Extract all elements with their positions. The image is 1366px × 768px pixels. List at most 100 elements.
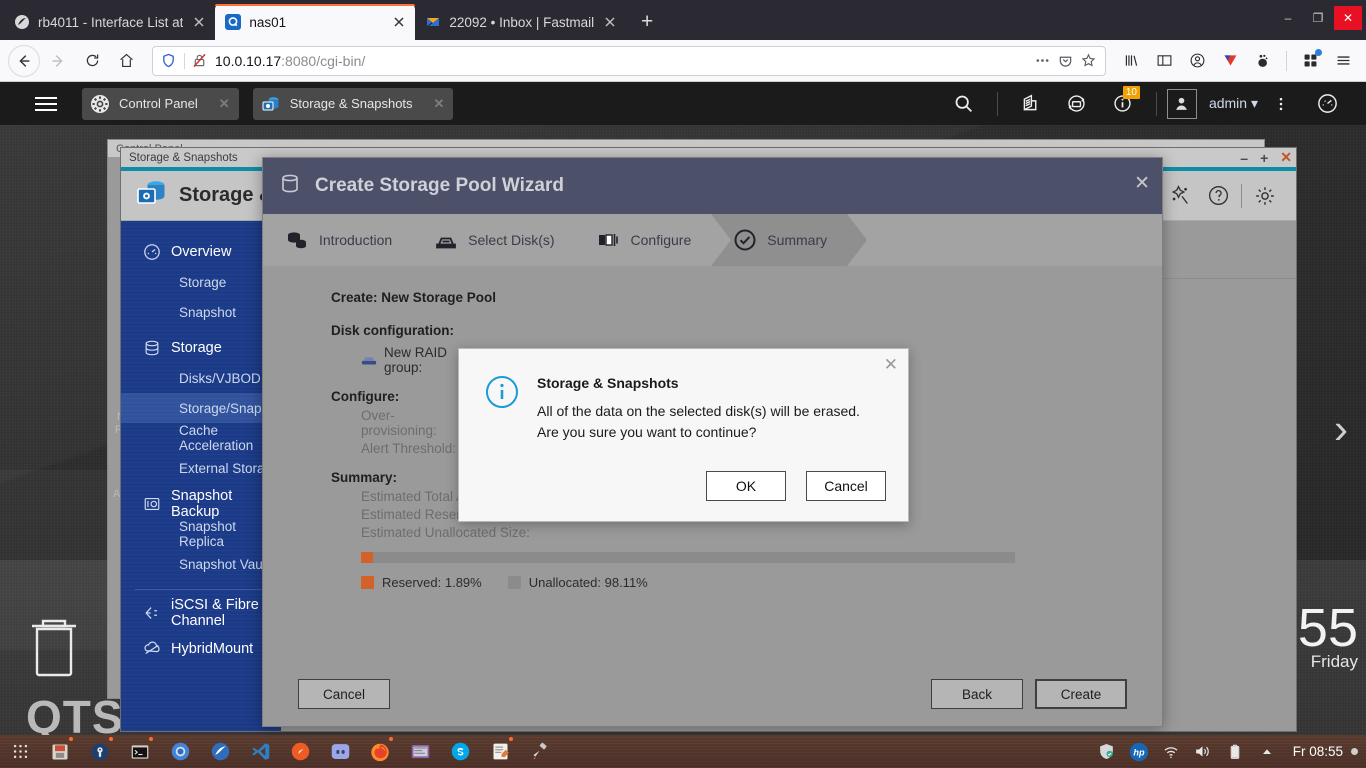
storage-app-icon <box>135 176 169 215</box>
volume-icon[interactable] <box>1187 735 1219 768</box>
sidebar-item-snapshot-backup[interactable]: Snapshot Backup <box>121 488 281 520</box>
backup-icon[interactable] <box>1054 82 1100 125</box>
window-maximize-button[interactable]: ❐ <box>1304 6 1332 30</box>
app-grid-icon[interactable] <box>0 735 40 768</box>
legend-swatch-unallocated <box>507 576 521 589</box>
qts-app-tab-storage-snapshots[interactable]: Storage & Snapshots ✕ <box>252 87 454 120</box>
bookmark-star-icon[interactable] <box>1081 53 1097 69</box>
terminal-icon[interactable] <box>120 735 160 768</box>
sidebar-item-iscsi-fibre-channel[interactable]: iSCSI & Fibre Channel <box>121 597 281 629</box>
page-actions-icon[interactable] <box>1035 53 1051 69</box>
sidebar-item-snapshot-replica[interactable]: Snapshot Replica <box>121 519 281 549</box>
window-close-button[interactable]: ✕ <box>1334 6 1362 30</box>
dashboard-icon[interactable] <box>1304 82 1350 125</box>
postman-icon[interactable] <box>280 735 320 768</box>
taskbar-clock[interactable]: Fr 08:55 <box>1293 744 1343 759</box>
wizard-step-introduction[interactable]: Introduction <box>263 214 412 266</box>
paint-icon[interactable] <box>520 735 560 768</box>
skype-icon[interactable] <box>440 735 480 768</box>
tab-close-icon-1[interactable] <box>391 14 407 30</box>
qts-app-tab-close-0[interactable]: ✕ <box>219 96 230 112</box>
library-icon[interactable] <box>1116 46 1146 76</box>
wizard-step-configure[interactable]: Configure <box>575 214 712 266</box>
sidebar-item-snapshot-vault[interactable]: Snapshot Vault <box>121 549 281 579</box>
dialog-cancel-button[interactable]: Cancel <box>806 471 886 501</box>
username-label[interactable]: admin ▾ <box>1209 95 1258 112</box>
info-icon[interactable]: 10 <box>1100 82 1146 125</box>
chevron-up-icon[interactable] <box>1251 735 1283 768</box>
keepass-icon[interactable] <box>80 735 120 768</box>
firefox-icon[interactable] <box>360 735 400 768</box>
wizard-title: Create Storage Pool Wizard <box>315 175 564 196</box>
legend-item-reserved: Reserved: 1.89% <box>361 575 482 590</box>
files-icon[interactable] <box>40 735 80 768</box>
sidebar-item-storage-snapshots[interactable]: Storage/Snapshots <box>121 393 294 423</box>
wizard-cancel-button[interactable]: Cancel <box>298 679 390 709</box>
home-icon[interactable] <box>110 45 142 77</box>
remmina-icon[interactable] <box>400 735 440 768</box>
vscode-icon[interactable] <box>240 735 280 768</box>
shield-icon[interactable] <box>1091 735 1123 768</box>
window-minimize-button[interactable]: – <box>1274 6 1302 30</box>
wizard-create-button[interactable]: Create <box>1035 679 1127 709</box>
help-icon[interactable] <box>1201 179 1235 213</box>
browser-tab-2[interactable]: 22092 • Inbox | Fastmail <box>415 4 626 40</box>
reload-icon[interactable] <box>76 45 108 77</box>
url-bar[interactable]: 10.0.10.17:8080/cgi-bin/ <box>152 45 1106 76</box>
logs-icon[interactable] <box>1008 82 1054 125</box>
vivaldi-icon[interactable] <box>1215 46 1245 76</box>
sidebar-item-overview[interactable]: Overview <box>121 237 281 267</box>
wizard-back-button[interactable]: Back <box>931 679 1023 709</box>
shield-icon[interactable] <box>161 53 177 69</box>
back-arrow-icon[interactable] <box>8 44 40 77</box>
account-icon[interactable] <box>1182 46 1212 76</box>
storage-close-button[interactable]: ✕ <box>1280 149 1292 166</box>
new-tab-button[interactable]: + <box>632 7 662 37</box>
wifi-icon[interactable] <box>1155 735 1187 768</box>
menu-icon[interactable] <box>1328 46 1358 76</box>
next-page-chevron-icon[interactable]: › <box>1334 405 1348 453</box>
discord-icon[interactable] <box>320 735 360 768</box>
dialog-ok-button[interactable]: OK <box>706 471 786 501</box>
tab-close-icon-2[interactable] <box>602 14 618 30</box>
pools-icon <box>285 228 309 252</box>
wizard-icon[interactable] <box>1161 179 1195 213</box>
check-circle-icon <box>733 228 757 252</box>
no-lock-icon[interactable] <box>192 53 208 69</box>
settings-icon[interactable] <box>1248 179 1282 213</box>
qts-app-tab-control-panel[interactable]: Control Panel ✕ <box>82 87 239 120</box>
browser-tab-0[interactable]: rb4011 - Interface List at <box>4 4 215 40</box>
files-running-indicator <box>69 737 73 741</box>
kebab-icon[interactable] <box>1258 82 1304 125</box>
sidebar-item-storage-sub[interactable]: Storage <box>121 267 281 297</box>
sidebar-item-external-storage[interactable]: External Storage <box>121 453 281 483</box>
sidebar-item-cache-acceleration[interactable]: Cache Acceleration <box>121 423 281 453</box>
qts-app-tab-close-1[interactable]: ✕ <box>434 96 445 112</box>
sidebar-item-storage-group[interactable]: Storage <box>121 333 281 363</box>
extensions-icon[interactable] <box>1295 46 1325 76</box>
sidebar-item-disks-vjbod[interactable]: Disks/VJBOD <box>121 363 281 393</box>
storage-minimize-button[interactable]: – <box>1240 150 1248 166</box>
search-icon[interactable] <box>941 82 987 125</box>
browser-tab-1[interactable]: nas01 <box>215 4 416 40</box>
wizard-close-icon[interactable]: ✕ <box>1134 172 1150 195</box>
pocket-icon[interactable] <box>1058 53 1074 69</box>
battery-icon[interactable] <box>1219 735 1251 768</box>
storage-maximize-button[interactable]: + <box>1260 150 1268 166</box>
mikrotik-icon[interactable] <box>200 735 240 768</box>
sidebar-icon[interactable] <box>1149 46 1179 76</box>
gnome-icon[interactable] <box>1248 46 1278 76</box>
hp-icon[interactable]: hp <box>1123 735 1155 768</box>
wizard-step-select-disks[interactable]: Select Disk(s) <box>412 214 574 266</box>
notes-icon[interactable] <box>480 735 520 768</box>
extensions-badge-dot <box>1315 48 1322 56</box>
hamburger-icon[interactable] <box>24 96 68 111</box>
tab-close-icon-0[interactable] <box>191 14 207 30</box>
taskbar-status-dot[interactable] <box>1351 748 1358 755</box>
sidebar-item-snapshot-sub[interactable]: Snapshot <box>121 297 281 327</box>
sidebar-item-hybridmount[interactable]: HybridMount <box>121 634 281 664</box>
wizard-step-summary[interactable]: Summary <box>711 214 868 266</box>
chromium-icon[interactable] <box>160 735 200 768</box>
avatar[interactable] <box>1166 82 1197 125</box>
dialog-close-icon[interactable]: ✕ <box>884 355 898 375</box>
